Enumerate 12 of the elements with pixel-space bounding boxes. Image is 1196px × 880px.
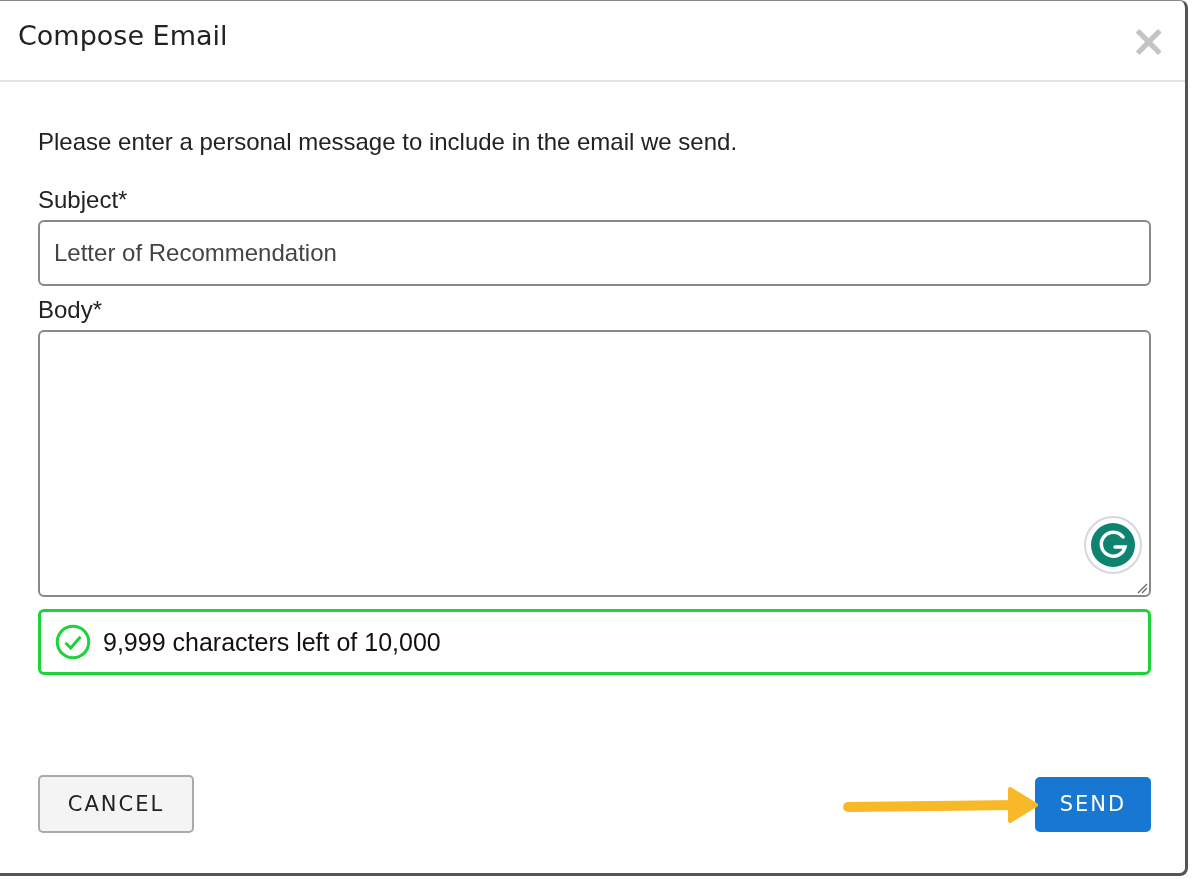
field-label: Body* [38,296,104,324]
cancel-button[interactable]: CANCEL [38,775,194,833]
counter-text: 9,999 characters left of 10,000 [103,627,441,657]
subject-field[interactable]: Letter of Recommendation [38,220,1151,286]
send-button[interactable]: SEND [1035,776,1151,832]
field-label: Subject* [38,186,129,214]
resize-handle-icon[interactable] [1136,582,1148,594]
instruction-text: Please enter a personal message to include in the email we send. [38,128,739,156]
dialog-title: Compose Email [18,20,228,51]
body-field[interactable] [38,330,1151,597]
assistant-icon[interactable] [1083,515,1143,575]
check-circle-icon [55,624,91,660]
